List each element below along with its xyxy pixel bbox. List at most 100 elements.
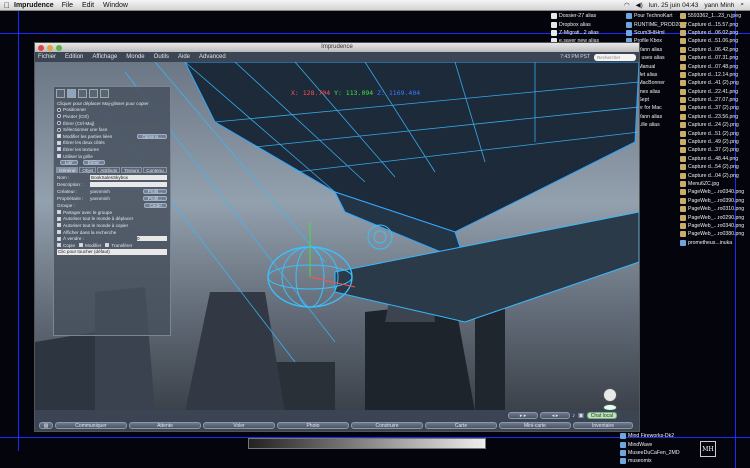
click-action-select[interactable]: Clic pour toucher (défaut) <box>57 249 167 255</box>
tab-general[interactable]: Général <box>56 166 79 173</box>
chat-icon[interactable]: ▤ <box>39 422 53 429</box>
menu-advanced[interactable]: Advanced <box>199 54 226 60</box>
window-titlebar[interactable]: Imprudence <box>35 43 639 52</box>
move-tool-icon[interactable] <box>67 89 76 98</box>
music-icon[interactable]: ♪ <box>572 413 575 419</box>
land-tool-icon[interactable] <box>100 89 109 98</box>
desktop-icon-item[interactable]: PageWeb_...ro0290.png <box>680 213 748 221</box>
tab-object[interactable]: Objet <box>79 166 97 173</box>
search-input[interactable]: Rechercher <box>594 53 636 61</box>
perm-next-modify[interactable]: Modifier <box>85 243 101 248</box>
desktop-icon-item[interactable]: Capture d...04 (2).png <box>680 171 748 179</box>
radio-stretch[interactable]: Étirer (Ctrl-Maj) <box>54 120 170 127</box>
focus-tool-icon[interactable] <box>56 89 65 98</box>
desktop-icon-item[interactable]: Dossier-27 alias <box>551 12 619 20</box>
options-button[interactable]: Options... <box>137 133 167 139</box>
tab-content[interactable]: Contenu <box>143 166 167 173</box>
menu-edition[interactable]: Edition <box>65 54 83 60</box>
desktop-icon-item[interactable]: Capture d...41 (2).png <box>680 79 748 87</box>
checkbox-icon[interactable] <box>57 230 61 235</box>
menubar-user[interactable]: yann Minh <box>704 2 734 9</box>
menu-circle-icon[interactable] <box>603 388 617 402</box>
checkbox-icon[interactable] <box>57 134 61 139</box>
spotlight-icon[interactable]: ⌕ <box>740 1 744 9</box>
desktop-icon-item[interactable]: Capture d...51.06.png <box>680 37 748 45</box>
menu-aide[interactable]: Aide <box>178 54 190 60</box>
check-share-group[interactable]: Partager avec le groupe <box>54 209 170 216</box>
perm-move[interactable]: Autoriser tout le monde à déplacer <box>54 216 170 223</box>
checkbox-icon[interactable] <box>57 223 61 228</box>
chat-local-field[interactable]: Chat local <box>586 412 617 419</box>
build-button[interactable]: Construire <box>351 422 423 429</box>
menu-affichage[interactable]: Affichage <box>92 54 117 60</box>
desktop-icon-item[interactable]: Capture d...06.02.png <box>680 29 748 37</box>
desktop-icon-item[interactable]: Capture d...06.42.png <box>680 46 748 54</box>
3d-viewport[interactable]: X: 128.704 Y: 113.094 Z: 1169.404 Clique… <box>35 62 639 412</box>
desktop-icon-item[interactable]: Capture d...23.56.png <box>680 113 748 121</box>
wifi-icon[interactable]: ◠ <box>624 1 630 9</box>
checkbox-icon[interactable] <box>57 216 61 221</box>
deed-button[interactable]: Céder <box>144 202 167 208</box>
check-stretch-textures[interactable]: Étirer les textures <box>54 146 170 153</box>
price-input[interactable]: 0 <box>137 236 167 242</box>
menubar-item-edit[interactable]: Edit <box>82 2 94 9</box>
description-input[interactable] <box>90 181 167 188</box>
tab-features[interactable]: Attributs <box>97 166 121 173</box>
perm-next-copy[interactable]: Copie <box>63 243 75 248</box>
creator-profile-button[interactable]: Profil... <box>142 188 167 194</box>
desktop-icon-item[interactable]: MindWave <box>620 440 690 448</box>
owner-profile-button[interactable]: Profil... <box>142 195 167 201</box>
desktop-icon-item[interactable]: PageWeb_...ro0340.png <box>680 188 748 196</box>
radio-icon[interactable] <box>57 121 61 126</box>
desktop-icon-item[interactable]: Menu6ZC.jpg <box>680 180 748 188</box>
checkbox-icon[interactable] <box>57 147 61 152</box>
name-input[interactable]: BookSalesSkybox <box>90 174 167 181</box>
desktop-icon-item[interactable]: Capture d...22.41.png <box>680 88 748 96</box>
desktop-icon-item[interactable]: Capture d...12.14.png <box>680 71 748 79</box>
menu-outils[interactable]: Outils <box>154 54 169 60</box>
check-use-grid[interactable]: Utiliser la grille <box>54 153 170 160</box>
desktop-icon-item[interactable]: PageWeb_...ro0390.png <box>680 197 748 205</box>
menu-fichier[interactable]: Fichier <box>38 54 56 60</box>
menu-monde[interactable]: Monde <box>126 54 144 60</box>
desktop-icon-item[interactable]: PageWeb_...ro0340.png <box>680 222 748 230</box>
close-icon[interactable] <box>38 44 44 51</box>
desktop-icon-item[interactable]: Capture d...48.44.png <box>680 155 748 163</box>
radio-select-face[interactable]: Sélectionner une face <box>54 126 170 133</box>
desktop-icon-item[interactable]: prometheus...inuka <box>680 239 748 247</box>
menubar-item-window[interactable]: Window <box>103 2 128 9</box>
for-sale-row[interactable]: À vendre :0 <box>54 235 170 242</box>
checkbox-icon[interactable] <box>57 140 61 145</box>
radio-icon[interactable] <box>57 114 61 119</box>
check-edit-linked[interactable]: Modifier les parties liées Options... <box>54 133 170 140</box>
snapshot-button[interactable]: Photo <box>277 422 349 429</box>
checkbox-icon[interactable] <box>57 236 61 241</box>
desktop-icon-item[interactable]: Capture d...27.07.png <box>680 96 748 104</box>
desktop-icon-item[interactable]: Capture d...15.57.png <box>680 20 748 28</box>
fly-button[interactable]: Voler <box>203 422 275 429</box>
radio-icon[interactable] <box>57 127 61 132</box>
desktop-icon-item[interactable]: Capture d...54 (2).png <box>680 163 748 171</box>
radio-rotate[interactable]: Pivoter (Ctrl) <box>54 113 170 120</box>
checkbox-icon[interactable] <box>57 210 61 215</box>
checkbox-icon[interactable] <box>57 243 61 248</box>
desktop-icon-item[interactable]: Capture d...37 (2).png <box>680 146 748 154</box>
media-control[interactable]: ◂ ▸ <box>540 412 571 419</box>
unlink-button[interactable]: Délier <box>82 160 105 166</box>
perm-next-transfer[interactable]: Transférer <box>111 243 132 248</box>
volume-icon[interactable]: ◀) <box>636 1 643 9</box>
checkbox-icon[interactable] <box>79 243 84 248</box>
desktop-icon-item[interactable]: 5593362_1...23_n.jpeg <box>680 12 748 20</box>
desktop-icon-item[interactable]: Mind Fireworks-Dk2 <box>620 432 690 440</box>
movie-icon[interactable]: ▣ <box>578 412 584 419</box>
checkbox-icon[interactable] <box>57 154 61 159</box>
check-stretch-both[interactable]: Étirer les deux côtés <box>54 140 170 147</box>
wait-button[interactable]: Attente <box>129 422 201 429</box>
radio-icon[interactable] <box>57 107 61 112</box>
perm-copy[interactable]: Autoriser tout le monde à copier <box>54 222 170 229</box>
desktop-icon-item[interactable]: Capture d...49 (2).png <box>680 138 748 146</box>
checkbox-icon[interactable] <box>105 243 110 248</box>
menubar-app-name[interactable]: Imprudence <box>14 2 54 9</box>
media-control[interactable]: ▸ ▸ <box>508 412 539 419</box>
desktop-icon-item[interactable]: MuseeDuCaFen_2MD <box>620 449 690 457</box>
